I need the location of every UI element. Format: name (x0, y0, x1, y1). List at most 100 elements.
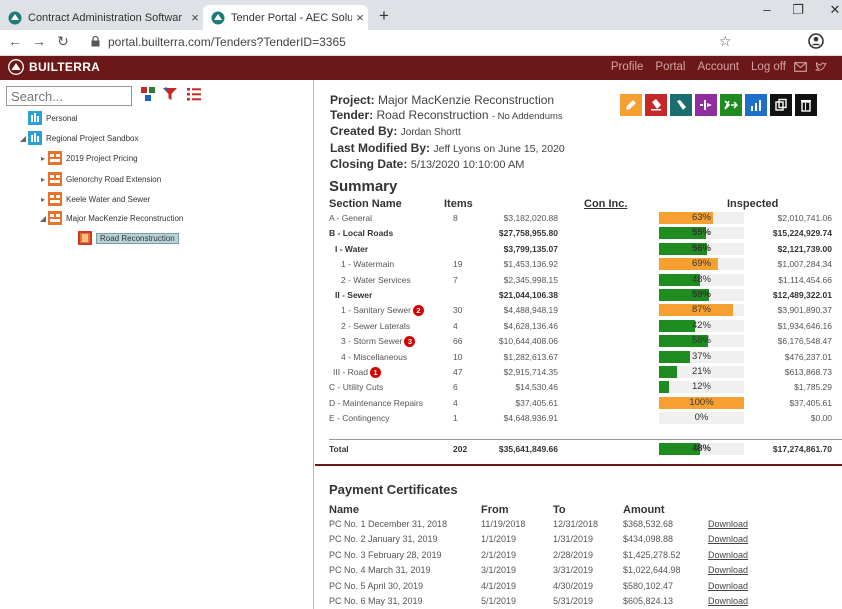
alert-badge[interactable]: 2 (412, 305, 424, 317)
summary-row[interactable]: 1 - Watermain 19 $1,453,136.92 69% $1,007,28… (315, 257, 842, 272)
nav-profile[interactable]: Profile (611, 61, 644, 73)
project-info: Project: Major MacKenzie Reconstruction … (330, 93, 565, 173)
pc-name: PC No. 6 May 31, 2019 (329, 596, 423, 606)
progress-percent: 69% (691, 258, 711, 270)
summary-row[interactable]: B - Local Roads $27,758,955.80 55% $15,224,… (315, 226, 842, 241)
download-link[interactable]: Download (708, 581, 748, 591)
expand-arrow-icon[interactable]: ▸ (38, 175, 48, 184)
summary-row[interactable]: 1 - Sanitary Sewer 2 30 $4,488,948.19 87% $3,… (315, 303, 842, 318)
project-folder-icon (48, 192, 62, 206)
alert-badge[interactable]: 3 (404, 336, 416, 348)
list-icon[interactable] (186, 86, 202, 102)
back-icon[interactable]: ← (6, 33, 24, 49)
summary-row[interactable]: C - Utility Cuts 6 $14,530.46 12% $1,785.29 (315, 380, 842, 395)
download-link[interactable]: Download (708, 519, 748, 529)
nav-portal[interactable]: Portal (655, 61, 685, 73)
con-inc-value: $14,530.46 (515, 382, 558, 393)
tree-item-road-reconstruction[interactable]: Road Reconstruction (78, 228, 179, 248)
reload-icon[interactable]: ↻ (54, 33, 72, 50)
created-label: Created By: (330, 124, 398, 139)
new-tab-icon[interactable]: + (374, 6, 394, 26)
con-inc-value: $2,345,998.15 (503, 274, 558, 285)
delete-icon[interactable] (795, 94, 817, 116)
summary-total-row[interactable]: Total 202 $35,641,849.66 48% $17,274,861.70 (315, 442, 842, 457)
account-icon[interactable] (808, 33, 824, 49)
payment-row: PC No. 4 March 31, 2019 3/1/2019 3/31/2019… (315, 563, 842, 578)
browser-tab-contract-admin[interactable]: Contract Administration Softwar × (0, 5, 203, 30)
col-header-con-inc[interactable]: Con Inc. (584, 198, 627, 210)
browser-tab-bar: Contract Administration Softwar × Tender… (0, 0, 842, 30)
section-name: 1 - Sanitary Sewer 2 (341, 305, 424, 317)
eraser-icon[interactable] (645, 94, 667, 116)
download-link[interactable]: Download (708, 596, 748, 606)
copy-icon[interactable] (770, 94, 792, 116)
progress-percent: 100% (689, 396, 714, 408)
summary-row[interactable]: D - Maintenance Repairs 4 $37,405.61 100% $3… (315, 396, 842, 411)
summary-row[interactable]: 4 - Miscellaneous 10 $1,282,613.67 37% $476,… (315, 350, 842, 365)
summary-row[interactable]: A - General 8 $3,182,020.88 63% $2,010,741.0… (315, 211, 842, 226)
building-icon (28, 131, 42, 145)
tender-name: Road Reconstruction (376, 108, 489, 123)
con-inc-value: $10,644,408.06 (498, 336, 558, 347)
close-window-icon[interactable]: ✕ (820, 2, 842, 18)
inspected-value: $1,785.29 (794, 382, 832, 393)
download-link[interactable]: Download (708, 565, 748, 575)
items-count: 4 (453, 320, 458, 331)
excel-export-icon[interactable] (720, 94, 742, 116)
project-name: Major MacKenzie Reconstruction (378, 93, 555, 107)
progress-percent: 87% (691, 304, 711, 316)
progress-percent: 63% (691, 212, 711, 223)
close-tab-icon[interactable]: × (187, 10, 203, 25)
mail-icon[interactable] (794, 61, 807, 73)
tree-item-2019-pricing[interactable]: ▸ 2019 Project Pricing (38, 148, 138, 168)
filter-icon[interactable] (162, 86, 178, 102)
section-name: II - Sewer (335, 290, 373, 300)
tender-label: Tender: (330, 108, 374, 123)
org-chart-icon[interactable] (140, 86, 156, 102)
project-folder-icon (48, 151, 62, 165)
nav-logoff[interactable]: Log off (751, 61, 786, 73)
browser-tab-tender-portal[interactable]: Tender Portal - AEC Solutions × (203, 5, 368, 30)
col-header-section: Section Name (329, 198, 402, 210)
summary-row[interactable]: II - Sewer $21,044,106.38 59% $12,489,322.0… (315, 288, 842, 303)
collapse-arrow-icon[interactable]: ◢ (38, 214, 48, 223)
tree-item-keele[interactable]: ▸ Keele Water and Sewer (38, 189, 150, 209)
summary-row[interactable]: I - Water $3,799,135.07 56% $2,121,739.00 (315, 242, 842, 257)
minimize-icon[interactable]: – (752, 2, 782, 17)
logo-text: BUILTERRA (29, 60, 101, 74)
forward-icon[interactable]: → (30, 33, 48, 49)
summary-row[interactable]: 2 - Sewer Laterals 4 $4,628,136.46 42% $1,93… (315, 319, 842, 334)
tree-item-glenorchy[interactable]: ▸ Glenorchy Road Extension (38, 169, 161, 189)
summary-row[interactable]: E - Contingency 1 $4,648,936.91 0% $0.00 (315, 411, 842, 426)
twitter-icon[interactable] (815, 61, 828, 73)
inspected-value: $12,489,322.01 (772, 290, 832, 300)
progress-bar: 42% (659, 319, 744, 332)
tree-item-major-mackenzie[interactable]: ◢ Major MacKenzie Reconstruction (38, 208, 183, 228)
progress-percent: 42% (691, 319, 711, 331)
nav-account[interactable]: Account (697, 61, 739, 73)
close-tab-icon[interactable]: × (352, 10, 368, 25)
download-link[interactable]: Download (708, 534, 748, 544)
summary-row[interactable]: 3 - Storm Sewer 3 66 $10,644,408.06 58% $6,17… (315, 334, 842, 349)
progress-percent: 0% (694, 412, 709, 424)
download-link[interactable]: Download (708, 550, 748, 560)
tree-item-regional-sandbox[interactable]: ◢ Regional Project Sandbox (18, 128, 139, 148)
summary-row[interactable]: III - Road 1 47 $2,915,714.35 21% $613,868.73 (315, 365, 842, 380)
restore-icon[interactable]: ❐ (783, 2, 813, 18)
progress-percent: 58% (691, 335, 711, 347)
alert-badge[interactable]: 1 (369, 367, 381, 378)
expand-arrow-icon[interactable]: ▸ (38, 195, 48, 204)
transfer-icon[interactable] (695, 94, 717, 116)
bookmark-star-icon[interactable]: ☆ (719, 33, 732, 50)
url-field[interactable]: portal.builterra.com/Tenders?TenderID=33… (108, 35, 346, 49)
brush-icon[interactable] (670, 94, 692, 116)
tree-item-personal[interactable]: Personal (28, 108, 78, 128)
summary-row[interactable]: 2 - Water Services 7 $2,345,998.15 48% $1,11… (315, 273, 842, 288)
collapse-arrow-icon[interactable]: ◢ (18, 134, 28, 143)
search-input[interactable] (6, 86, 132, 106)
progress-bar: 0% (659, 412, 744, 425)
bar-chart-icon[interactable] (745, 94, 767, 116)
pencil-icon[interactable] (620, 94, 642, 116)
builterra-logo[interactable]: BUILTERRA (8, 59, 100, 75)
expand-arrow-icon[interactable]: ▸ (38, 154, 48, 163)
